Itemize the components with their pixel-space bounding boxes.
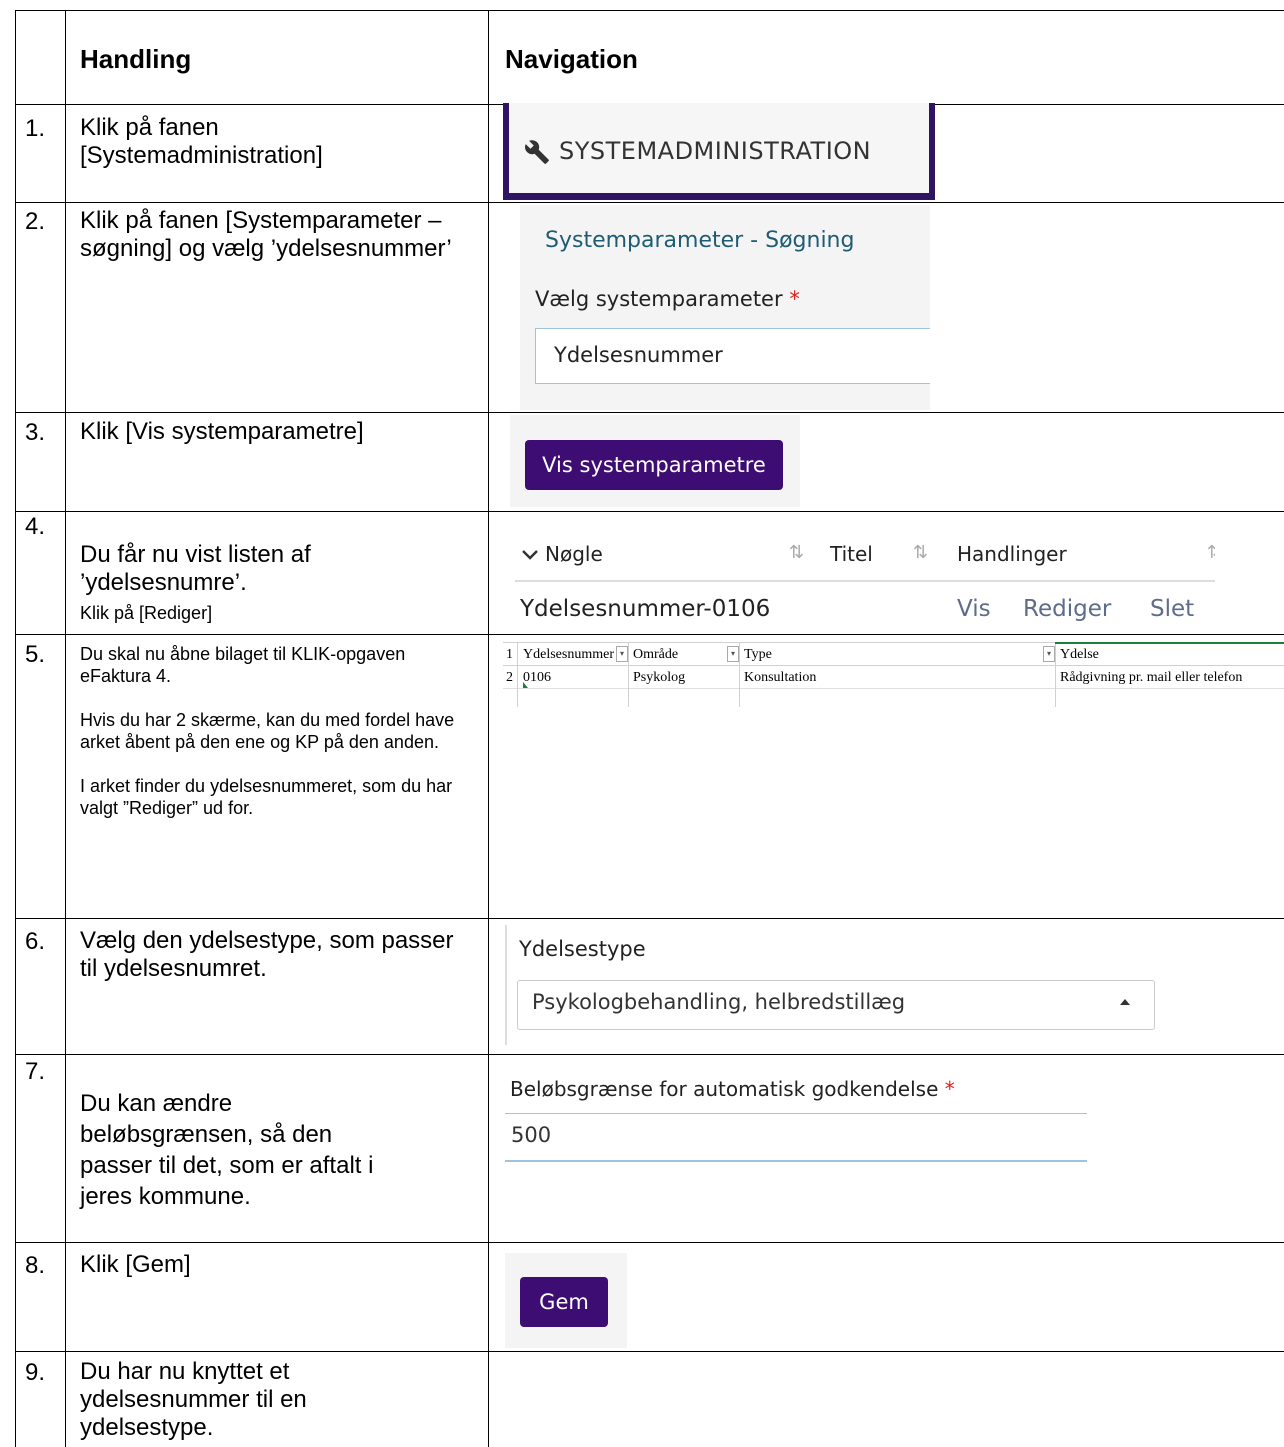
field-label: Vælg systemparameter *	[535, 287, 800, 311]
field-label-text: Vælg systemparameter	[535, 287, 783, 311]
filter-dropdown-icon[interactable]: ▾	[616, 646, 628, 662]
step-number: 5.	[25, 641, 46, 668]
sort-icon[interactable]: ⇅	[1207, 542, 1215, 563]
step-paragraph: I arket finder du ydelsesnummeret, som d…	[80, 776, 453, 818]
sheet-row: 2 0106 Psykolog Konsultation Rådgivning …	[503, 666, 1284, 690]
row-divider	[15, 1351, 1284, 1352]
vis-button-panel: Vis systemparametre	[510, 415, 800, 507]
sort-icon[interactable]: ⇅	[913, 542, 928, 563]
step-text: Vælg den ydelsestype, som passer til yde…	[80, 927, 454, 982]
systemparameter-search-panel: Systemparameter - Søgning Vælg systempar…	[520, 205, 930, 410]
ydelsestype-panel: Ydelsestype Psykologbehandling, helbreds…	[505, 925, 1167, 1045]
delete-link[interactable]: Slet	[1150, 596, 1194, 622]
field-label-text: Beløbsgrænse for automatisk godkendelse	[510, 1077, 939, 1101]
input-value: 500	[511, 1123, 552, 1147]
caret-up-icon	[1120, 999, 1130, 1005]
step-number: 2.	[25, 208, 46, 235]
edit-link[interactable]: Rediger	[1023, 596, 1111, 622]
col-divider	[65, 10, 66, 1447]
beloebsgraense-panel: Beløbsgrænse for automatisk godkendelse …	[505, 1065, 1087, 1170]
step-text: Klik på fanen [Systemparameter – søgning…	[80, 207, 452, 262]
row-key: Ydelsesnummer-0106	[520, 596, 771, 622]
step-number: 9.	[25, 1359, 46, 1386]
sheet-header-cell: Område	[633, 647, 679, 662]
sheet-cell: Psykolog	[633, 670, 686, 685]
step-paragraph: Du skal nu åbne bilaget til KLIK-opgaven…	[80, 644, 406, 686]
systemadministration-tab[interactable]: SYSTEMADMINISTRATION	[503, 103, 935, 200]
sheet-cell: 0106	[523, 670, 551, 685]
ydelsesnumre-list: Nøgle ⇅ Titel ⇅ Handlinger ⇅ Ydelsesnumm…	[505, 522, 1215, 632]
filter-dropdown-icon[interactable]: ▾	[727, 646, 739, 662]
gem-button[interactable]: Gem	[520, 1277, 608, 1327]
filter-dropdown-icon[interactable]: ▾	[1043, 646, 1055, 662]
spreadsheet-excerpt: 1 Ydelsesnummer ▾ Område ▾ Type ▾ Ydelse…	[503, 642, 1284, 707]
chevron-down-icon	[522, 550, 538, 560]
step-paragraph: Hvis du har 2 skærme, kan du med fordel …	[80, 710, 455, 752]
gem-button-panel: Gem	[505, 1253, 627, 1348]
view-link[interactable]: Vis	[957, 596, 991, 622]
header-divider	[515, 580, 1215, 582]
ydelsestype-select[interactable]: Psykologbehandling, helbredstillæg	[517, 980, 1155, 1030]
panel-title: Systemparameter - Søgning	[545, 228, 855, 253]
row-divider	[15, 918, 1284, 919]
row-divider	[15, 202, 1284, 203]
step-text: Du kan ændre beløbsgrænsen, så den passe…	[80, 1090, 374, 1210]
row-divider	[15, 634, 1284, 635]
row-number: 2	[506, 670, 513, 685]
select-value: Psykologbehandling, helbredstillæg	[532, 990, 906, 1014]
wrench-icon	[525, 140, 549, 164]
step-number: 3.	[25, 419, 46, 446]
step-number: 4.	[25, 513, 46, 540]
row-divider	[15, 1242, 1284, 1243]
step-number: 8.	[25, 1252, 46, 1279]
row-number: 1	[506, 647, 513, 662]
field-label: Ydelsestype	[519, 937, 646, 961]
field-label: Beløbsgrænse for automatisk godkendelse …	[510, 1077, 955, 1101]
step-number: 6.	[25, 928, 46, 955]
step-number: 1.	[25, 115, 46, 142]
step-text: Klik [Gem]	[80, 1251, 191, 1278]
step-text: Klik på fanen [Systemadministration]	[80, 114, 323, 169]
step-text: Klik [Vis systemparametre]	[80, 418, 364, 445]
sheet-cell: Rådgivning pr. mail eller telefon	[1060, 670, 1243, 685]
header-navigation: Navigation	[505, 44, 638, 74]
required-marker: *	[789, 287, 800, 311]
table-border-top	[15, 10, 1284, 11]
col-divider	[488, 10, 489, 1447]
beloebsgraense-input[interactable]: 500	[505, 1113, 1087, 1162]
tab-label: SYSTEMADMINISTRATION	[559, 137, 872, 165]
row-divider	[15, 1054, 1284, 1055]
required-marker: *	[944, 1077, 955, 1101]
sheet-header-cell: Ydelsesnummer	[523, 647, 614, 662]
column-header-actions[interactable]: Handlinger	[957, 542, 1067, 566]
step-number: 7.	[25, 1058, 46, 1085]
row-divider	[15, 412, 1284, 413]
sheet-row: 1 Ydelsesnummer ▾ Område ▾ Type ▾ Ydelse	[503, 643, 1284, 667]
col-divider	[15, 10, 16, 1447]
select-value: Ydelsesnummer	[554, 343, 723, 367]
column-header-key[interactable]: Nøgle	[545, 542, 603, 566]
step-5-text: Du skal nu åbne bilaget til KLIK-opgaven…	[80, 643, 475, 819]
sheet-header-cell: Ydelse	[1060, 647, 1099, 662]
sheet-cell: Konsultation	[744, 670, 817, 685]
column-header-title[interactable]: Titel	[830, 542, 873, 566]
step-text: Du får nu vist listen af ’ydelsesnumre’.	[80, 541, 311, 596]
step-4-text: Du får nu vist listen af ’ydelsesnumre’.…	[80, 541, 480, 624]
sort-icon[interactable]: ⇅	[789, 542, 804, 563]
systemparameter-select[interactable]: Ydelsesnummer	[535, 328, 930, 384]
sheet-header-cell: Type	[744, 647, 772, 662]
step-subtext: Klik på [Rediger]	[80, 603, 213, 623]
vis-systemparametre-button[interactable]: Vis systemparametre	[525, 440, 783, 490]
header-action: Handling	[80, 44, 192, 74]
row-divider	[15, 511, 1284, 512]
step-text: Du har nu knyttet et ydelsesnummer til e…	[80, 1358, 307, 1441]
